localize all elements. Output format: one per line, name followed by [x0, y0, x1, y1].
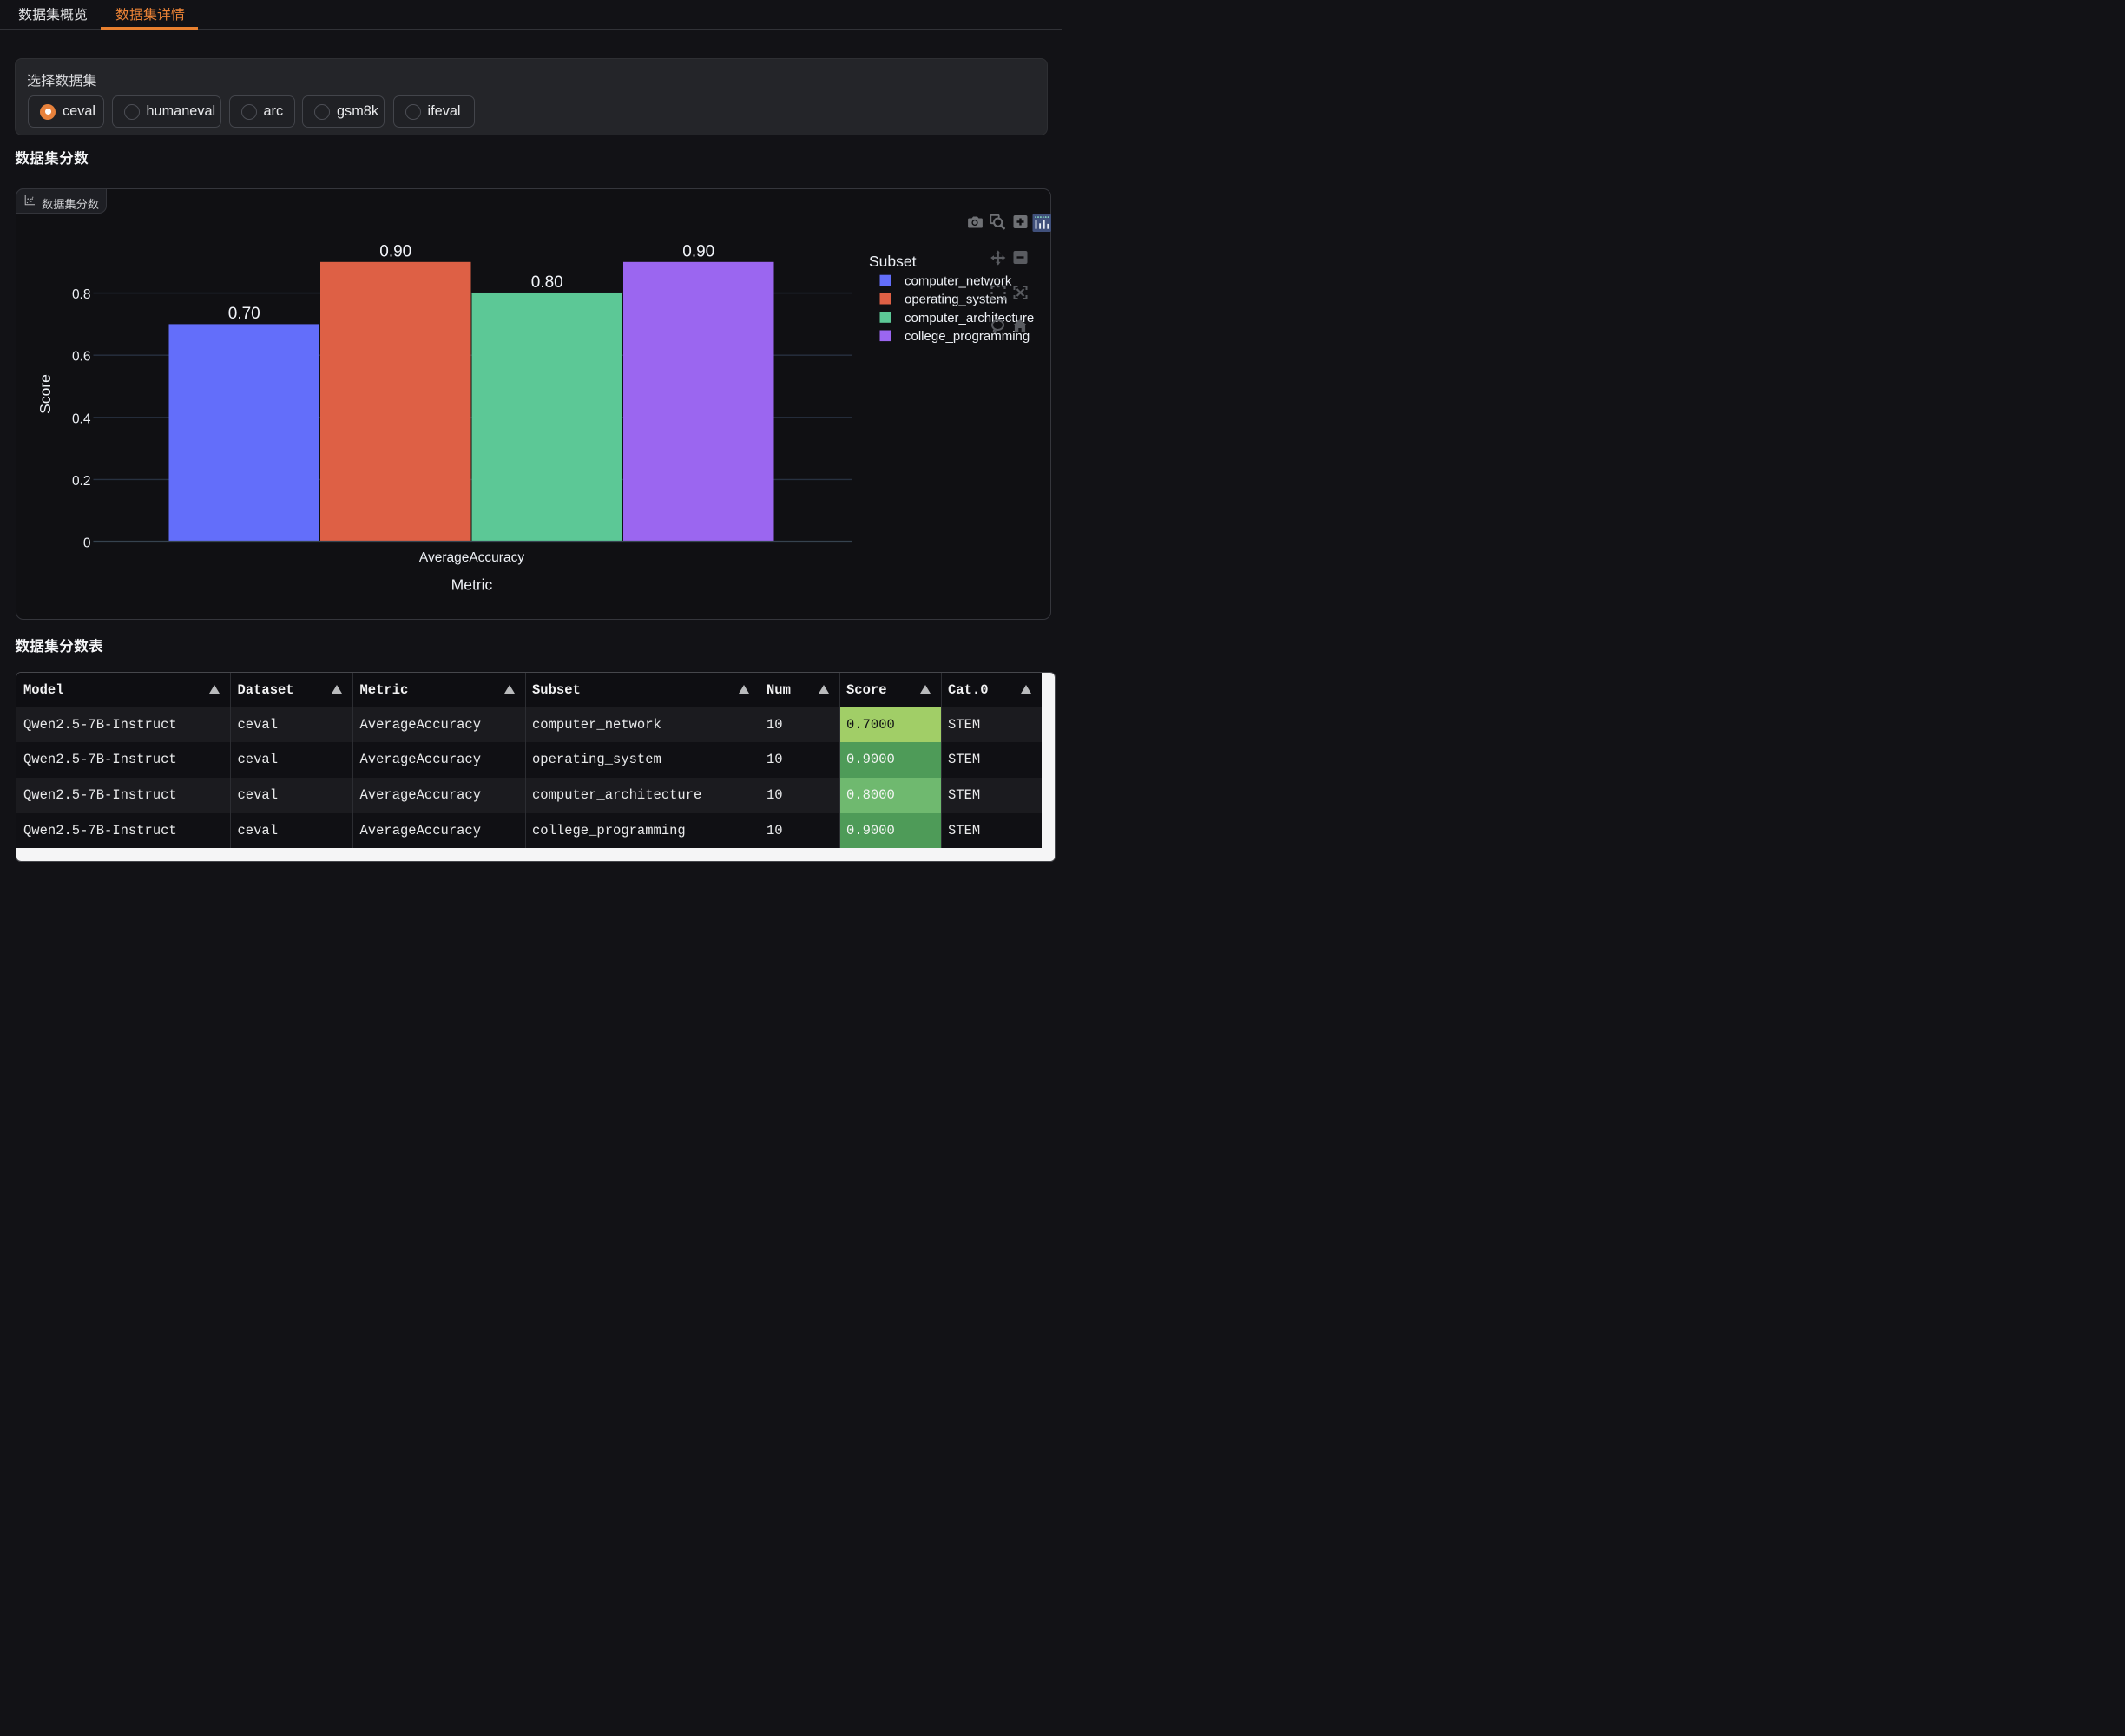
svg-text:AverageAccuracy: AverageAccuracy [418, 550, 523, 565]
svg-text:college_programming: college_programming [905, 329, 1030, 344]
svg-text:Metric: Metric [451, 576, 492, 594]
svg-text:computer_network: computer_network [905, 273, 1012, 288]
svg-text:0.70: 0.70 [227, 305, 260, 323]
svg-text:0.6: 0.6 [71, 350, 90, 365]
svg-text:0.80: 0.80 [530, 273, 562, 292]
svg-text:0.8: 0.8 [71, 287, 90, 302]
svg-text:0.90: 0.90 [682, 242, 714, 260]
svg-text:0: 0 [82, 536, 90, 551]
svg-text:0.90: 0.90 [379, 242, 411, 260]
svg-text:computer_architecture: computer_architecture [905, 311, 1034, 326]
svg-text:0.2: 0.2 [71, 474, 90, 489]
svg-text:Subset: Subset [869, 253, 917, 270]
svg-text:Score: Score [36, 374, 54, 414]
svg-text:0.4: 0.4 [71, 411, 90, 426]
